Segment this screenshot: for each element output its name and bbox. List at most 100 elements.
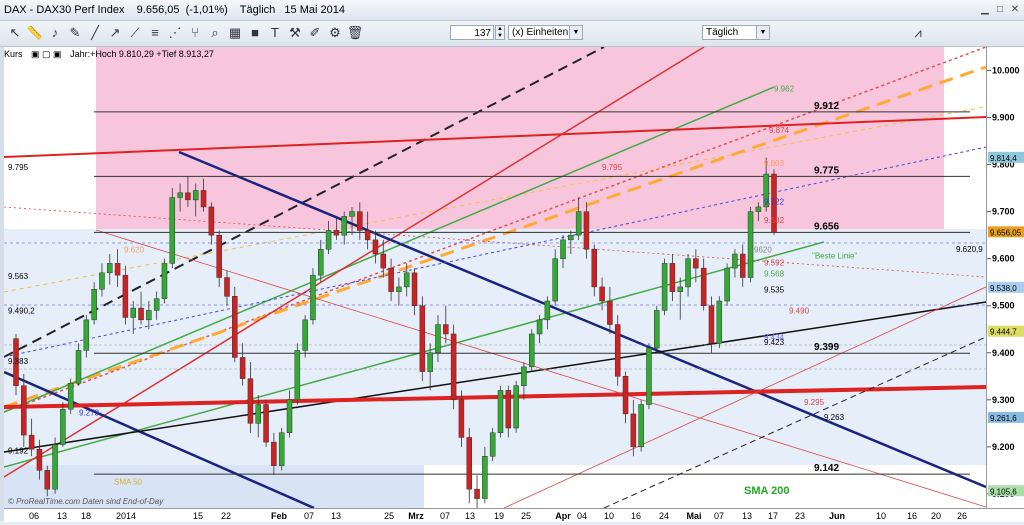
candle-body	[286, 399, 293, 433]
trash-icon[interactable]: 🗑	[346, 24, 364, 42]
candle-body	[419, 305, 426, 372]
price-label: 9.490	[789, 306, 810, 315]
price-label: 9620	[754, 245, 772, 254]
trend-icon[interactable]: ⟋	[126, 24, 144, 42]
bell-icon[interactable]: ♪	[46, 24, 64, 42]
square-icon[interactable]: ■	[246, 24, 264, 42]
bars-count-input[interactable]: 137	[450, 25, 494, 40]
candle-body	[318, 249, 324, 276]
candle-body	[747, 211, 754, 278]
candle	[489, 428, 496, 461]
price-badge-label: 9.261,6	[990, 414, 1017, 423]
candle	[661, 258, 668, 316]
time-tick-label: 25	[384, 511, 394, 521]
maximize-icon[interactable]: □	[993, 3, 1007, 16]
candle-body	[388, 267, 394, 292]
price-label: 9.295	[804, 398, 825, 407]
brush-icon[interactable]: ✐	[306, 24, 324, 42]
candle	[529, 329, 535, 372]
line-icon[interactable]: ╱	[86, 24, 104, 42]
candle	[513, 380, 519, 433]
level-label: 9.142	[814, 463, 839, 474]
candle-body	[208, 206, 215, 236]
time-tick-label: 07	[714, 511, 724, 521]
time-tick-label: 13	[57, 511, 67, 521]
candle-body	[591, 249, 598, 288]
time-tick-label: 13	[465, 511, 475, 521]
candle-body	[638, 404, 644, 448]
price-label: 9.874	[769, 126, 790, 135]
candle-body	[224, 277, 230, 297]
candle	[724, 263, 730, 306]
candle-body	[622, 376, 629, 415]
window-title: DAX - DAX30 Perf Index 9.656,05 (-1,01%)…	[4, 4, 345, 16]
price-label: 9.795	[8, 163, 29, 172]
candle-body	[489, 432, 496, 457]
candle-body	[560, 239, 566, 259]
candle-body	[646, 347, 652, 405]
candle	[614, 315, 621, 386]
candle-body	[614, 324, 621, 377]
cursor-icon[interactable]: ↖	[6, 24, 24, 42]
candle-body	[607, 300, 613, 325]
candle-body	[325, 230, 332, 250]
candle-body	[161, 263, 168, 299]
unit-select[interactable]: (x) Einheiten ▼	[508, 25, 583, 40]
candle-body	[521, 366, 527, 386]
time-tick-label: 23	[795, 511, 805, 521]
pitchfork-icon[interactable]: ⑂	[186, 24, 204, 42]
time-tick-label: 17	[768, 511, 778, 521]
indicator-icon[interactable]: ⩘	[900, 24, 936, 42]
bars-count-stepper[interactable]: ▲ ▼	[495, 25, 505, 40]
search-icon[interactable]: ⌕	[206, 24, 224, 42]
price-label: 9.722	[764, 197, 785, 206]
price-label: 9.620	[124, 245, 145, 254]
price-badge-label: 9.656,05	[990, 228, 1022, 237]
candle-body	[333, 230, 340, 236]
candle-body	[396, 286, 402, 292]
pencil-icon[interactable]: ✎	[66, 24, 84, 42]
price-badge-label: 9.444,7	[990, 328, 1017, 337]
candle-body	[435, 324, 441, 354]
time-tick-label: 06	[29, 511, 39, 521]
grid-icon[interactable]: ▦	[226, 24, 244, 42]
tools-icon[interactable]: ⚙	[326, 24, 344, 42]
gann-icon[interactable]: ⋰	[166, 24, 184, 42]
interval-select[interactable]: Täglich ▼	[702, 25, 770, 40]
candle	[419, 296, 426, 381]
text-icon[interactable]: T	[266, 24, 284, 42]
candle	[67, 378, 74, 414]
tool-icons[interactable]: ▣ ▢ ▣	[31, 49, 62, 59]
minimize-icon[interactable]: ▁	[978, 3, 992, 16]
candle-body	[177, 192, 183, 198]
ruler-icon[interactable]: 📏	[26, 24, 44, 42]
close-icon[interactable]: ✕	[1008, 3, 1022, 16]
candle-body	[466, 437, 472, 490]
chevron-down-icon: ▼	[756, 26, 769, 39]
time-tick-label: 15	[193, 511, 203, 521]
candle	[310, 268, 316, 325]
candle-body	[130, 307, 136, 318]
price-chart[interactable]: 9.912 9.775 9.656 9.399 9.142 9.962 9.874 9.80…	[4, 47, 986, 508]
candle-body	[716, 300, 723, 344]
candle	[161, 258, 168, 304]
candle-body	[263, 404, 269, 443]
price-tick-label: 9.900	[992, 113, 1015, 123]
price-badge-label: 9.538,0	[990, 284, 1017, 293]
candle-body	[247, 378, 254, 424]
candle-body	[497, 390, 504, 433]
time-tick-label: 22	[221, 511, 231, 521]
candle	[466, 428, 472, 504]
candle	[747, 206, 754, 283]
candle-body	[21, 385, 27, 436]
price-tick-label: 9.700	[992, 207, 1015, 217]
price-badge-label: 9.105,6	[990, 487, 1017, 496]
time-tick-label: 20	[931, 511, 941, 521]
time-tick-label: 24	[659, 511, 669, 521]
time-tick-label: 13	[331, 511, 341, 521]
price-label: 9.273	[79, 409, 100, 418]
ray-icon[interactable]: ↗	[106, 24, 124, 42]
hammer-icon[interactable]: ⚒	[286, 24, 304, 42]
candle-body	[677, 286, 683, 292]
fibonacci-icon[interactable]: ≡	[146, 24, 164, 42]
